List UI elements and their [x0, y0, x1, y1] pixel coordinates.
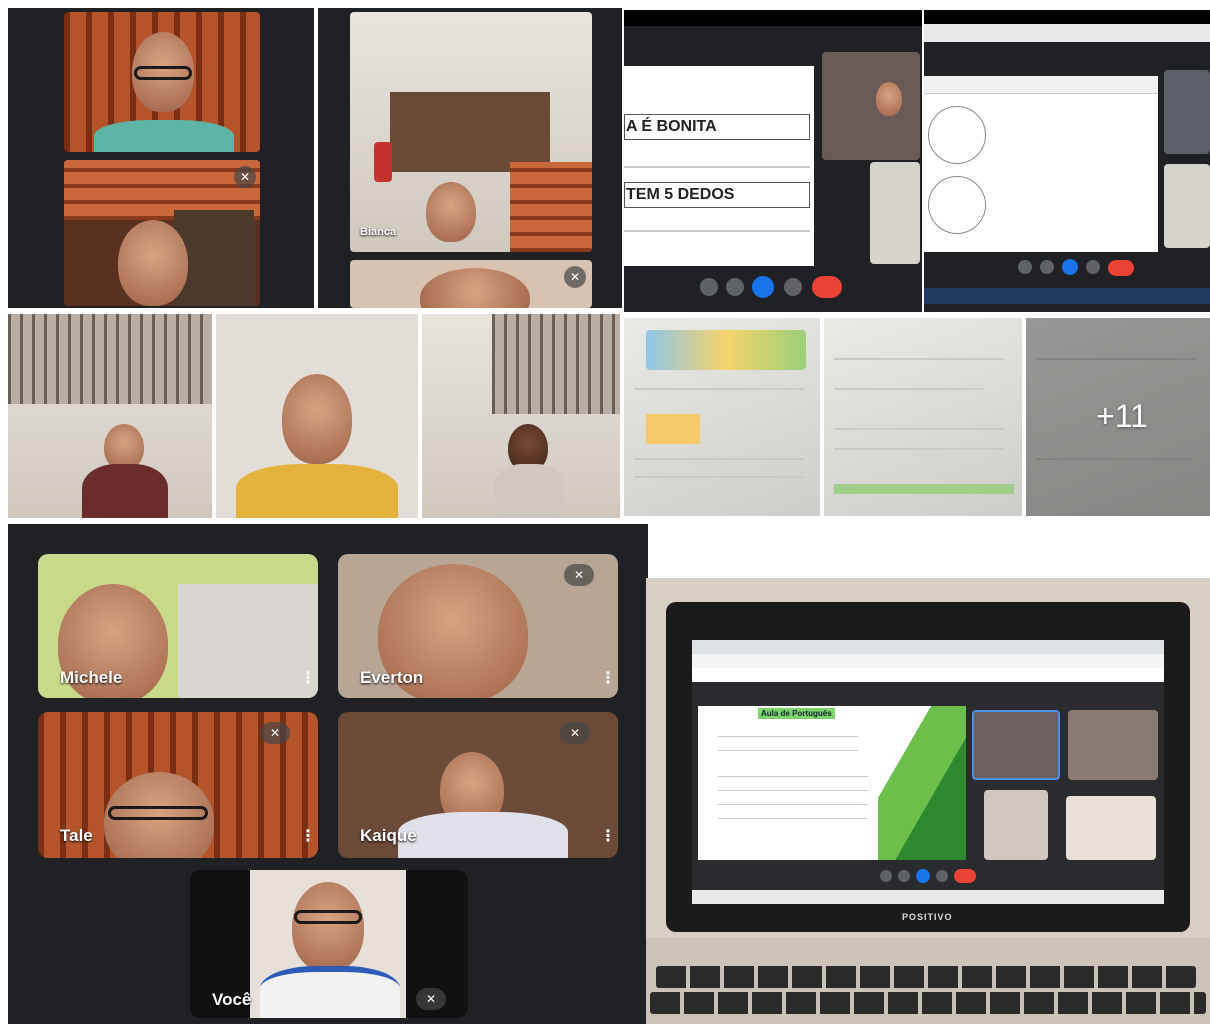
phone-hangup-icon[interactable] [1108, 260, 1134, 276]
more-vert-icon[interactable] [1086, 260, 1100, 274]
shared-slide: Aula de Português [698, 706, 966, 860]
slide-title: Aula de Português [758, 708, 835, 719]
meet-panel-drawing [924, 10, 1210, 312]
video-photo [422, 314, 620, 518]
video-tile[interactable] [972, 710, 1060, 780]
video-tile[interactable] [1066, 796, 1156, 860]
mic-icon[interactable] [880, 870, 892, 882]
more-photos-count: +11 [1096, 398, 1148, 434]
video-tile[interactable] [984, 790, 1048, 860]
video-photo [8, 314, 212, 518]
meet-panel-rotated: Bianca ✕ [318, 8, 622, 308]
present-icon[interactable] [752, 276, 774, 298]
collage: ✕ Bianca ✕ A É BONITA TEM 5 DEDOS +11 Mi… [0, 0, 1210, 1024]
video-tile-michele[interactable]: Michele ⋮ [38, 554, 318, 698]
participant-name: Kaique [360, 826, 417, 845]
mic-off-icon: ✕ [416, 988, 446, 1010]
meet-panel-top-left: ✕ [8, 8, 314, 308]
mic-off-icon: ✕ [260, 722, 290, 744]
video-tile[interactable]: ✕ [350, 260, 592, 308]
video-tile-everton[interactable]: ✕ Everton ⋮ [338, 554, 618, 698]
mic-off-icon: ✕ [560, 722, 590, 744]
mic-off-icon: ✕ [564, 564, 594, 586]
more-vert-icon[interactable]: ⋮ [600, 826, 616, 845]
video-tile-kaique[interactable]: ✕ Kaique ⋮ [338, 712, 618, 858]
textbook-photo-more[interactable]: +11 [1026, 318, 1210, 516]
taskbar [924, 288, 1210, 304]
participant-name: Everton [360, 668, 424, 687]
more-vert-icon[interactable]: ⋮ [600, 668, 616, 687]
video-tile[interactable] [822, 52, 920, 160]
video-photo [216, 314, 418, 518]
participant-name: Bianca [360, 226, 397, 238]
more-vert-icon[interactable] [784, 278, 802, 296]
laptop-screen: Aula de Português [692, 640, 1164, 890]
video-tile[interactable] [1164, 164, 1210, 248]
video-tile[interactable] [1068, 710, 1158, 780]
shared-drawing [924, 76, 1158, 252]
phone-hangup-icon[interactable] [954, 869, 976, 883]
laptop-brand: POSITIVO [902, 912, 953, 922]
video-tile[interactable] [64, 12, 260, 152]
more-vert-icon[interactable]: ⋮ [300, 668, 316, 687]
present-icon[interactable] [1062, 259, 1078, 275]
video-tile[interactable]: Bianca [350, 12, 592, 252]
laptop-bezel: Aula de Português POSITIVO [666, 602, 1190, 932]
meet-panel-presentation: A É BONITA TEM 5 DEDOS [624, 10, 922, 312]
video-tile[interactable] [1164, 70, 1210, 154]
keyboard [646, 938, 1210, 1024]
camera-icon[interactable] [726, 278, 744, 296]
video-tile[interactable] [870, 162, 920, 264]
browser-tabs [692, 640, 1164, 654]
shared-slide: A É BONITA TEM 5 DEDOS [624, 66, 814, 266]
address-bar [692, 654, 1164, 668]
mic-icon[interactable] [1018, 260, 1032, 274]
laptop-photo: Aula de Português POSITIVO [646, 578, 1210, 1024]
mic-off-icon: ✕ [564, 266, 586, 288]
slide-line-1: A É BONITA [626, 118, 717, 135]
self-label: Você [212, 990, 252, 1009]
more-vert-icon[interactable] [936, 870, 948, 882]
meet-panel-grid: Michele ⋮ ✕ Everton ⋮ ✕ Tale ⋮ ✕ Kaique … [8, 524, 648, 1024]
more-vert-icon[interactable]: ⋮ [300, 826, 316, 845]
mic-icon[interactable] [700, 278, 718, 296]
video-tile-tale[interactable]: ✕ Tale ⋮ [38, 712, 318, 858]
textbook-photo [824, 318, 1022, 516]
participant-name: Michele [60, 668, 123, 687]
taskbar [692, 890, 1164, 904]
slide-line-2: TEM 5 DEDOS [626, 186, 735, 203]
phone-hangup-icon[interactable] [812, 276, 842, 298]
video-tile-self[interactable]: Você ✕ [190, 870, 468, 1018]
present-icon[interactable] [916, 869, 930, 883]
participant-name: Tale [60, 826, 93, 845]
camera-icon[interactable] [1040, 260, 1054, 274]
camera-icon[interactable] [898, 870, 910, 882]
mic-off-icon: ✕ [234, 166, 256, 188]
video-tile[interactable]: ✕ [64, 160, 260, 306]
textbook-photo [624, 318, 820, 516]
